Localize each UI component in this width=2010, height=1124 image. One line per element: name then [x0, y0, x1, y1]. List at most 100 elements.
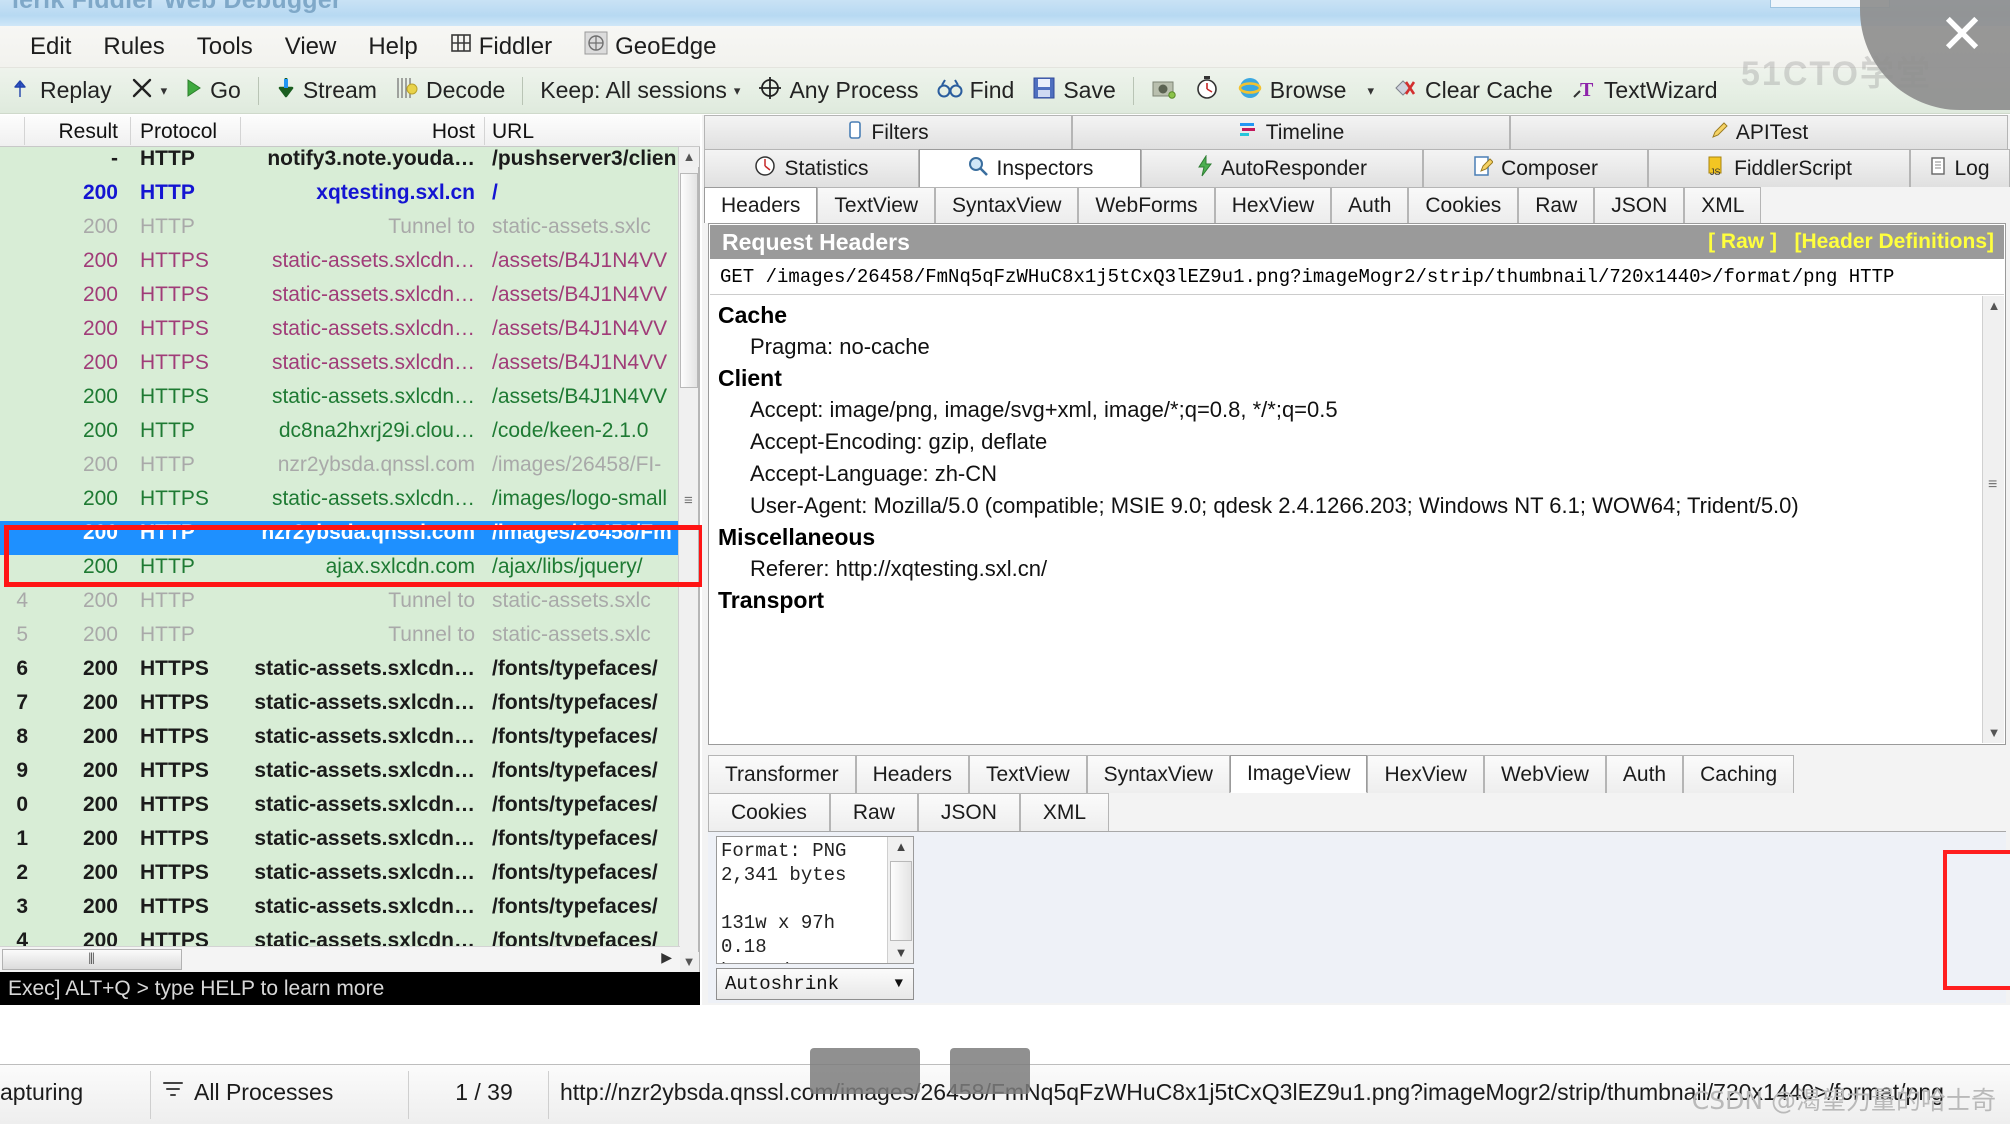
table-row[interactable]: - HTTP notify3.note.youda… /pushserver3/cli… — [0, 147, 680, 181]
toolbar-textwizard-button[interactable]: T TextWizard — [1562, 74, 1727, 108]
tab-res-webview[interactable]: WebView — [1483, 755, 1606, 793]
menu-item-tools[interactable]: Tools — [181, 31, 269, 63]
table-row[interactable]: 6 200 HTTPS static-assets.sxlcdn… /fonts/typ… — [0, 657, 680, 691]
menu-item-fiddler[interactable]: Fiddler — [434, 30, 568, 63]
table-row[interactable]: 8 200 HTTPS static-assets.sxlcdn… /fonts/typ… — [0, 725, 680, 759]
tab-res-syntaxview[interactable]: SyntaxView — [1086, 755, 1230, 793]
tab-fiddlerscript[interactable]: JS FiddlerScript — [1648, 149, 1910, 187]
header-definitions-link[interactable]: [Header Definitions] — [1794, 230, 1994, 253]
tab-req-json[interactable]: JSON — [1594, 187, 1685, 223]
image-info-scrollbar[interactable]: ▲ ▼ — [887, 837, 913, 963]
tab-inspectors[interactable]: Inspectors — [919, 149, 1141, 187]
tab-res-hexview[interactable]: HexView — [1367, 755, 1484, 793]
tab-req-raw[interactable]: Raw — [1518, 187, 1595, 223]
tab-filters[interactable]: Filters — [704, 115, 1072, 149]
req-scroll-up-arrow[interactable]: ▲ — [1983, 296, 2005, 316]
header-item[interactable]: User-Agent: Mozilla/5.0 (compatible; MSI… — [710, 490, 1982, 522]
tab-log[interactable]: Log — [1910, 149, 2010, 187]
scroll-down-arrow[interactable]: ▼ — [679, 952, 699, 972]
tab-timeline[interactable]: Timeline — [1072, 115, 1510, 149]
tab-res2-cookies[interactable]: Cookies — [708, 793, 830, 831]
tab-req-cookies[interactable]: Cookies — [1408, 187, 1519, 223]
header-group-title[interactable]: Transport — [710, 585, 1982, 616]
header-group-title[interactable]: Miscellaneous — [710, 522, 1982, 553]
info-scroll-up-arrow[interactable]: ▲ — [888, 837, 913, 857]
table-row[interactable]: 4 200 HTTP Tunnel to static-assets.sxlc — [0, 589, 680, 623]
tab-res-auth[interactable]: Auth — [1605, 755, 1684, 793]
sessions-horizontal-scrollbar[interactable]: ⦀ ▶ — [0, 946, 680, 972]
table-row[interactable]: 2 200 HTTPS static-assets.sxlcdn… /fonts/typ… — [0, 861, 680, 895]
table-row[interactable]: 200 HTTPS static-assets.sxlcdn… /assets/B4J… — [0, 283, 680, 317]
toolbar-browse-button[interactable]: Browse ▾ — [1228, 74, 1383, 108]
image-info-box[interactable]: Format: PNG2,341 bytes 131w x 97h0.18byt… — [716, 836, 914, 964]
info-scroll-thumb[interactable] — [890, 861, 912, 941]
table-row[interactable]: 200 HTTP ajax.sxlcdn.com/ajax/libs/jquery/ — [0, 555, 680, 589]
header-item[interactable]: Accept-Language: zh-CN — [710, 458, 1982, 490]
column-header-host[interactable]: Host — [250, 120, 475, 144]
tab-res-imageview[interactable]: ImageView — [1229, 755, 1368, 793]
toolbar-decode-button[interactable]: Decode — [386, 74, 514, 108]
tab-req-syntaxview[interactable]: SyntaxView — [935, 187, 1079, 223]
tab-res2-raw[interactable]: Raw — [829, 793, 918, 831]
tab-autoresponder[interactable]: AutoResponder — [1141, 149, 1423, 187]
header-item[interactable]: Accept: image/png, image/svg+xml, image/… — [710, 394, 1982, 426]
menu-item-edit[interactable]: Edit — [14, 31, 87, 63]
tab-req-hexview[interactable]: HexView — [1214, 187, 1332, 223]
menu-item-help[interactable]: Help — [352, 31, 433, 63]
table-row[interactable]: 200 HTTPS static-assets.sxlcdn… /assets/B4J… — [0, 317, 680, 351]
toolbar-camera-button[interactable] — [1142, 75, 1186, 107]
hscroll-right-arrow[interactable]: ▶ — [661, 949, 672, 966]
sessions-row-container[interactable]: - HTTP notify3.note.youda…/pushserver3/cli… — [0, 147, 680, 972]
header-group-title[interactable]: Cache — [710, 300, 1982, 331]
request-headers-links[interactable]: [ Raw ] [Header Definitions] — [1708, 225, 1994, 259]
toolbar-any-process-button[interactable]: Any Process — [749, 74, 927, 108]
table-row[interactable]: 0 200 HTTPS static-assets.sxlcdn… /fonts/typ… — [0, 793, 680, 827]
status-process-filter[interactable]: All Processes — [162, 1079, 333, 1106]
menu-item-geoedge[interactable]: GeoEdge — [568, 29, 732, 64]
table-row[interactable]: 200 HTTP nzr2ybsda.qnssl.com/images/26458/… — [0, 521, 680, 555]
autoshrink-dropdown[interactable]: Autoshrink ▼ — [716, 968, 914, 1000]
req-scroll-down-arrow[interactable]: ▼ — [1983, 723, 2005, 743]
table-row[interactable]: 7 200 HTTPS static-assets.sxlcdn… /fonts/typ… — [0, 691, 680, 725]
tab-req-headers[interactable]: Headers — [704, 187, 818, 223]
scroll-up-arrow[interactable]: ▲ — [679, 147, 699, 167]
toolbar-remove-button[interactable]: ▾ — [121, 74, 177, 108]
tab-composer[interactable]: Composer — [1423, 149, 1648, 187]
tab-req-auth[interactable]: Auth — [1331, 187, 1409, 223]
tab-req-xml[interactable]: XML — [1684, 187, 1762, 223]
toolbar-find-button[interactable]: Find — [928, 75, 1024, 107]
table-row[interactable]: 200 HTTPS static-assets.sxlcdn… /assets/B4J… — [0, 249, 680, 283]
table-row[interactable]: 9 200 HTTPS static-assets.sxlcdn… /fonts/typ… — [0, 759, 680, 793]
table-row[interactable]: 5 200 HTTP Tunnel to static-assets.sxlc — [0, 623, 680, 657]
toolbar-keep-sessions-dropdown[interactable]: Keep: All sessions ▾ — [531, 75, 749, 106]
info-scroll-down-arrow[interactable]: ▼ — [888, 943, 913, 963]
scroll-thumb[interactable] — [680, 173, 698, 388]
toolbar-stream-button[interactable]: Stream — [267, 74, 386, 108]
tab-res2-json[interactable]: JSON — [917, 793, 1020, 831]
toolbar-replay-button[interactable]: Replay — [4, 75, 121, 107]
toolbar-timer-button[interactable] — [1186, 74, 1228, 108]
column-header-protocol[interactable]: Protocol — [140, 120, 217, 144]
header-group-title[interactable]: Client — [710, 363, 1982, 394]
header-item[interactable]: Referer: http://xqtesting.sxl.cn/ — [710, 553, 1982, 585]
raw-link[interactable]: [ Raw ] — [1708, 230, 1777, 253]
sessions-vertical-scrollbar[interactable]: ▲ ≡ ▼ — [678, 147, 699, 972]
tab-apitest[interactable]: APITest — [1510, 115, 2008, 149]
tab-req-textview[interactable]: TextView — [817, 187, 936, 223]
status-capturing[interactable]: apturing — [0, 1079, 83, 1106]
table-row[interactable]: 200 HTTP dc8na2hxrj29i.clou… /code/keen-2.1… — [0, 419, 680, 453]
table-row[interactable]: 200 HTTP nzr2ybsda.qnssl.com/images/26458/… — [0, 453, 680, 487]
table-row[interactable]: 200 HTTPS static-assets.sxlcdn… /images/log… — [0, 487, 680, 521]
table-row[interactable]: 200 HTTPS static-assets.sxlcdn… /assets/B4J… — [0, 385, 680, 419]
quick-exec-box[interactable]: Exec] ALT+Q > type HELP to learn more — [0, 972, 700, 1005]
close-icon[interactable]: ✕ — [1932, 6, 1992, 66]
menu-item-rules[interactable]: Rules — [87, 31, 180, 63]
request-headers-scrollbar[interactable]: ▲ ≡ ▼ — [1982, 296, 2004, 743]
table-row[interactable]: 200 HTTP Tunnel to static-assets.sxlc — [0, 215, 680, 249]
tab-req-webforms[interactable]: WebForms — [1078, 187, 1215, 223]
hscroll-thumb[interactable]: ⦀ — [2, 949, 182, 970]
toolbar-clear-cache-button[interactable]: Clear Cache — [1383, 74, 1562, 108]
tab-res-headers[interactable]: Headers — [855, 755, 969, 793]
table-row[interactable]: 200 HTTPS static-assets.sxlcdn… /assets/B4J… — [0, 351, 680, 385]
header-item[interactable]: Pragma: no-cache — [710, 331, 1982, 363]
